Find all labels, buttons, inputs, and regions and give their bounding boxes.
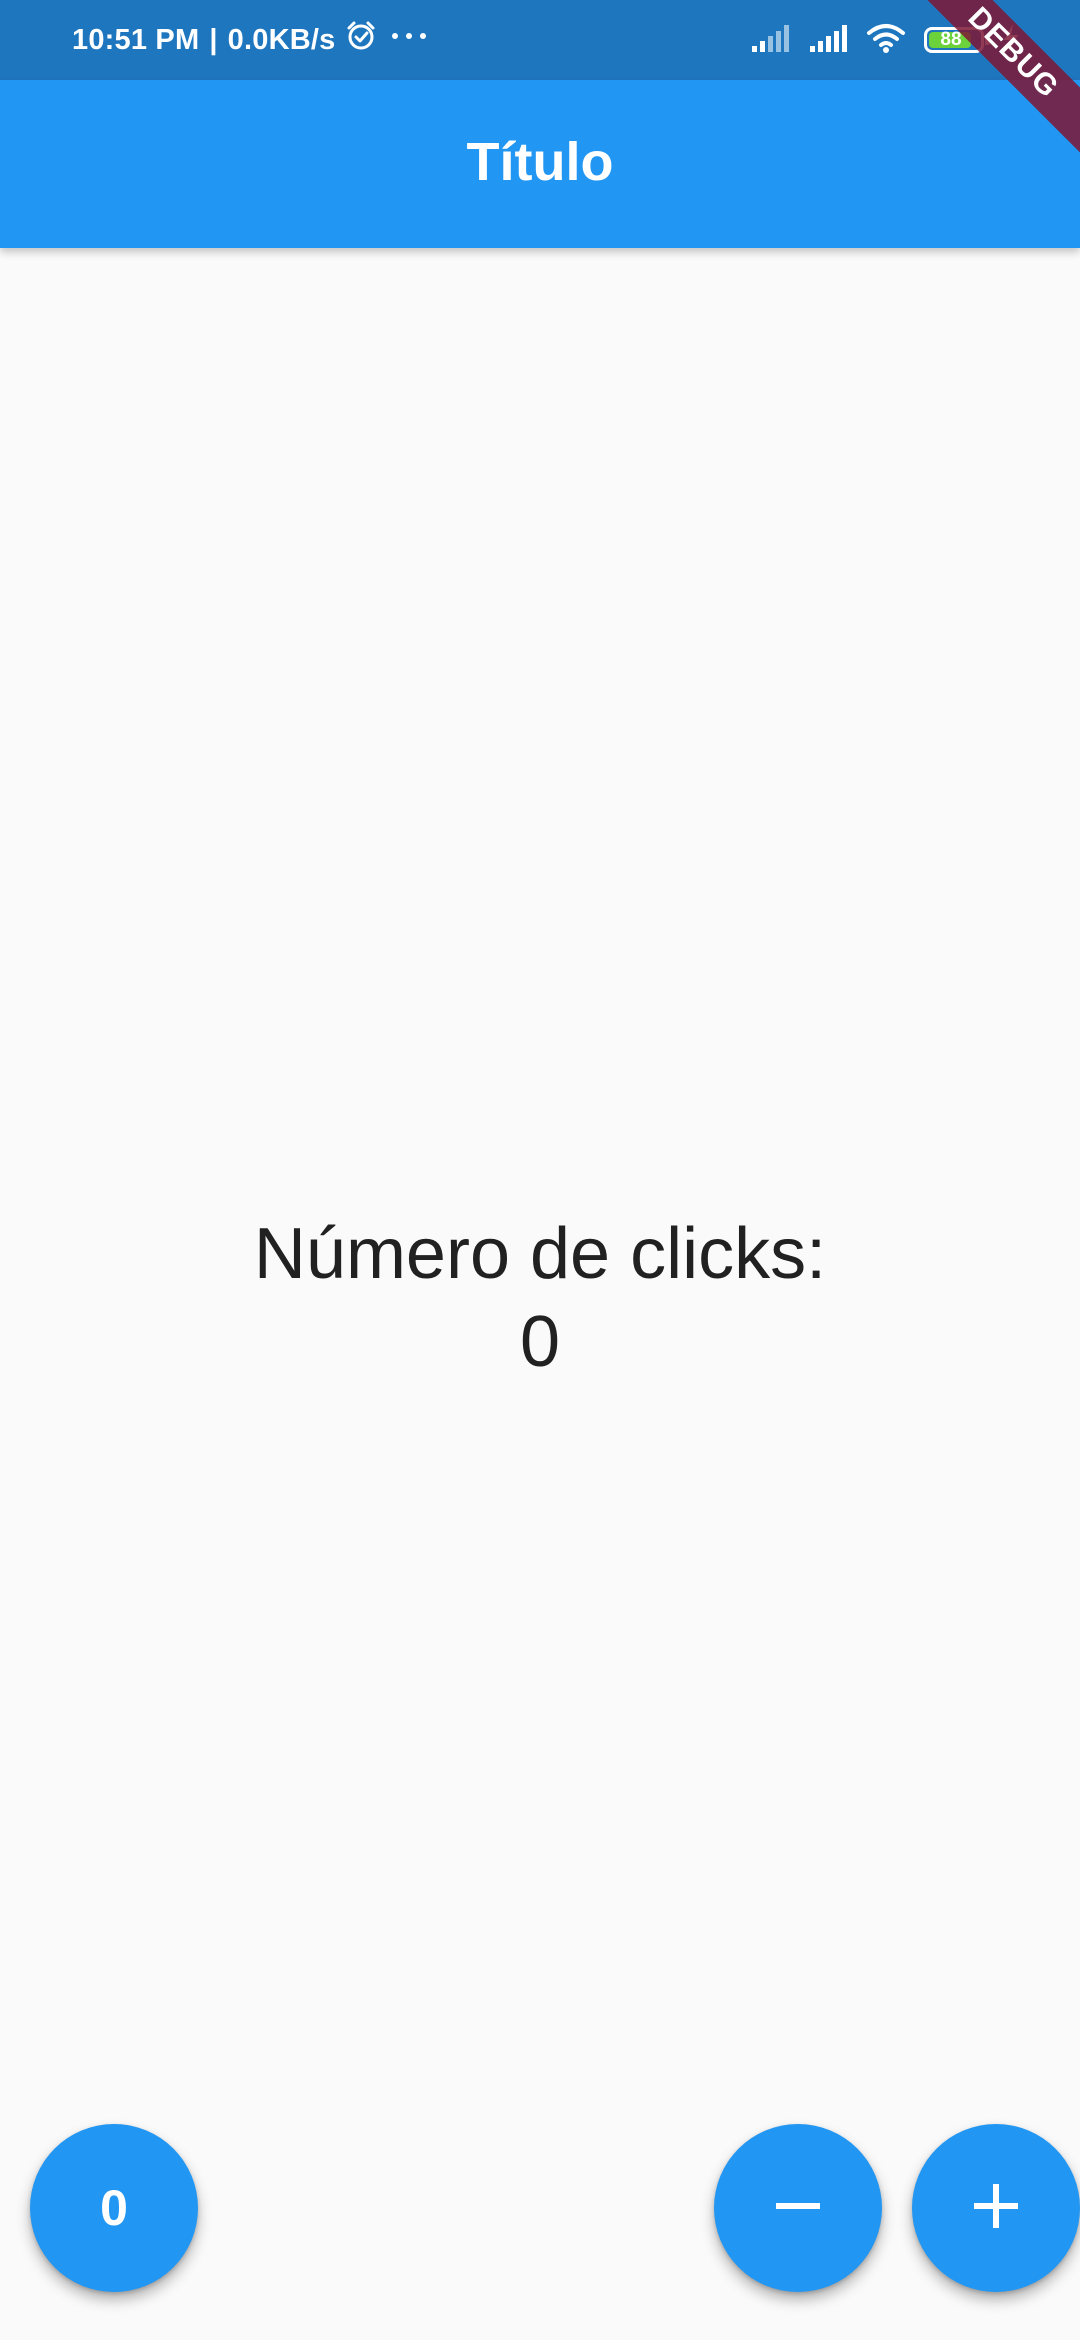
alarm-icon <box>345 20 377 60</box>
counter-label: Número de clicks: <box>253 1214 827 1294</box>
status-network-speed: 0.0KB/s <box>227 23 336 56</box>
reset-button-label: 0 <box>100 2180 128 2236</box>
status-left: 10:51 PM | 0.0KB/s <box>72 0 431 80</box>
plus-icon <box>970 2180 1022 2237</box>
counter-area: Número de clicks: 0 <box>0 1210 1080 1386</box>
status-time: 10:51 PM <box>72 23 200 56</box>
page-title: Título <box>466 132 614 192</box>
signal-icon <box>808 22 848 59</box>
increment-button[interactable] <box>912 2124 1080 2292</box>
minus-icon <box>772 2180 824 2237</box>
signal-icon <box>750 22 790 59</box>
reset-button[interactable]: 0 <box>30 2124 198 2292</box>
status-bar: 10:51 PM | 0.0KB/s 88 <box>0 0 1080 80</box>
more-icon <box>387 20 431 60</box>
decrement-button[interactable] <box>714 2124 882 2292</box>
counter-value: 0 <box>519 1302 561 1382</box>
status-separator: | <box>209 23 218 56</box>
wifi-icon <box>866 22 906 59</box>
app-bar: Título <box>0 80 1080 248</box>
